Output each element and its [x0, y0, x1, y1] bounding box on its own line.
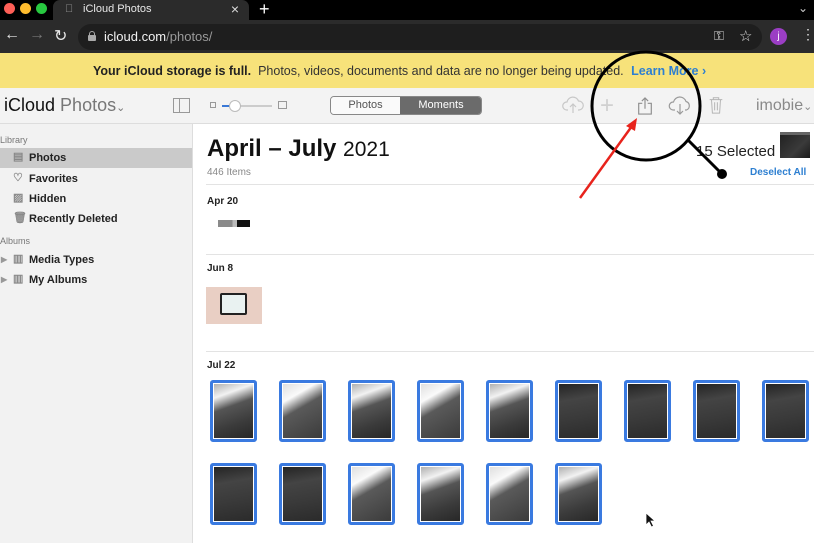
- profile-avatar[interactable]: j: [770, 28, 787, 45]
- sidebar-toggle-icon[interactable]: [173, 98, 190, 113]
- sidebar-item-favorites[interactable]: ♡ Favorites: [0, 169, 192, 189]
- banner-text: Photos, videos, documents and data are n…: [258, 64, 624, 78]
- close-window-button[interactable]: [4, 3, 15, 14]
- deselect-all-link[interactable]: Deselect All: [750, 167, 806, 178]
- sidebar: Library ▤ Photos ♡ Favorites ▨ Hidden 🗑 …: [0, 124, 193, 543]
- sidebar-item-photos[interactable]: ▤ Photos: [0, 148, 192, 168]
- date-label-apr-20: Apr 20: [207, 196, 239, 207]
- url-text[interactable]: icloud.com/photos/: [104, 29, 212, 44]
- selected-photo-thumbnail[interactable]: [210, 463, 257, 525]
- album-icon: ▥: [13, 253, 24, 265]
- page-title: April – July 2021: [207, 135, 390, 162]
- chevron-down-icon: ⌄: [803, 101, 813, 113]
- tab-search-chevron-icon[interactable]: ⌄: [798, 1, 808, 15]
- selected-photo-thumbnail[interactable]: [486, 380, 533, 442]
- photo-thumbnail[interactable]: [206, 287, 262, 324]
- photos-toolbar: iCloud Photos⌄ Photos Moments + imobie⌄: [0, 88, 814, 124]
- browser-tab[interactable]:  iCloud Photos ×: [53, 0, 249, 20]
- selected-photo-thumbnail[interactable]: [762, 380, 809, 442]
- back-button[interactable]: ←: [4, 26, 20, 44]
- selected-photo-thumbnail[interactable]: [417, 380, 464, 442]
- delete-icon[interactable]: [708, 96, 724, 114]
- banner-bold-text: Your iCloud storage is full.: [93, 64, 252, 78]
- new-tab-button[interactable]: +: [259, 0, 270, 20]
- sidebar-item-hidden[interactable]: ▨ Hidden: [0, 189, 192, 209]
- selected-photo-thumbnail[interactable]: [348, 380, 395, 442]
- photos-icon: ▤: [13, 151, 24, 163]
- learn-more-link[interactable]: Learn More ›: [631, 64, 706, 78]
- item-count: 446 Items: [207, 167, 251, 178]
- upload-icon[interactable]: [562, 96, 584, 114]
- date-label-jun-8: Jun 8: [207, 263, 234, 274]
- disclosure-triangle-icon[interactable]: ▶: [1, 255, 7, 264]
- selection-preview-thumbnail: [780, 132, 810, 158]
- photo-grid-area: April – July 2021 446 Items 15 Selected …: [194, 124, 814, 543]
- zoom-in-icon[interactable]: [278, 101, 287, 109]
- apple-icon: : [65, 3, 75, 15]
- browser-tab-bar:  iCloud Photos × + ⌄: [0, 0, 814, 20]
- download-icon[interactable]: [668, 96, 692, 116]
- zoom-out-icon[interactable]: [210, 102, 216, 108]
- maximize-window-button[interactable]: [36, 3, 47, 14]
- zoom-slider-knob[interactable]: [228, 100, 241, 112]
- selected-photo-thumbnail[interactable]: [624, 380, 671, 442]
- selected-photo-thumbnail[interactable]: [555, 380, 602, 442]
- selected-photo-thumbnail[interactable]: [693, 380, 740, 442]
- storage-full-banner: Your iCloud storage is full. Photos, vid…: [0, 53, 814, 88]
- forward-button[interactable]: →: [29, 26, 45, 44]
- disclosure-triangle-icon[interactable]: ▶: [1, 275, 7, 284]
- chevron-down-icon: ⌄: [116, 102, 126, 114]
- zoom-slider[interactable]: [222, 100, 272, 112]
- selected-photo-thumbnail[interactable]: [279, 463, 326, 525]
- divider: [206, 351, 814, 352]
- password-key-icon[interactable]: ⚿: [714, 28, 724, 44]
- browser-nav-bar: ← → ↻ icloud.com/photos/ ⚿ ☆ j ⋮: [0, 20, 814, 53]
- segment-moments[interactable]: Moments: [400, 97, 481, 114]
- add-icon[interactable]: +: [600, 92, 614, 120]
- mouse-cursor-icon: [645, 512, 657, 528]
- photo-thumbnail[interactable]: [218, 220, 250, 227]
- lock-icon[interactable]: [88, 31, 96, 41]
- hidden-icon: ▨: [13, 192, 24, 204]
- album-icon: ▥: [13, 273, 24, 285]
- sidebar-section-albums: Albums: [0, 236, 31, 246]
- close-tab-icon[interactable]: ×: [231, 1, 239, 17]
- view-segmented-control: Photos Moments: [330, 96, 482, 115]
- trash-icon: 🗑: [13, 212, 27, 224]
- sidebar-section-library: Library: [0, 135, 28, 145]
- sidebar-item-media-types[interactable]: ▶ ▥ Media Types: [0, 250, 192, 270]
- selected-photo-thumbnail[interactable]: [555, 463, 602, 525]
- date-label-jul-22: Jul 22: [207, 360, 236, 371]
- app-switcher[interactable]: iCloud Photos⌄: [4, 95, 125, 116]
- bookmark-star-icon[interactable]: ☆: [739, 27, 752, 45]
- selected-photo-thumbnail[interactable]: [348, 463, 395, 525]
- selection-count: 15 Selected: [696, 143, 776, 160]
- heart-icon: ♡: [13, 172, 23, 184]
- minimize-window-button[interactable]: [20, 3, 31, 14]
- selected-photo-thumbnail[interactable]: [417, 463, 464, 525]
- sidebar-item-my-albums[interactable]: ▶ ▥ My Albums: [0, 270, 192, 290]
- divider: [206, 184, 814, 185]
- divider: [206, 254, 814, 255]
- tab-title: iCloud Photos: [83, 3, 152, 15]
- selected-photo-thumbnail[interactable]: [210, 380, 257, 442]
- segment-photos[interactable]: Photos: [331, 97, 400, 114]
- browser-menu-icon[interactable]: ⋮: [801, 26, 814, 43]
- share-icon[interactable]: [636, 97, 654, 115]
- address-bar[interactable]: icloud.com/photos/ ⚿ ☆: [78, 24, 762, 50]
- account-menu[interactable]: imobie⌄: [756, 97, 812, 115]
- sidebar-item-recently-deleted[interactable]: 🗑 Recently Deleted: [0, 209, 192, 229]
- selected-photo-thumbnail[interactable]: [486, 463, 533, 525]
- selected-photo-thumbnail[interactable]: [279, 380, 326, 442]
- reload-button[interactable]: ↻: [54, 26, 67, 46]
